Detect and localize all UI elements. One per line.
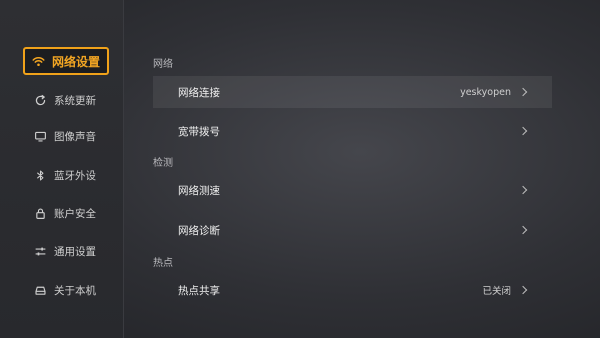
sidebar-item-about-device[interactable]: 关于本机 [23,276,109,304]
row-hotspot-sharing[interactable]: 热点共享 已关闭 [153,274,552,306]
row-label: 网络诊断 [178,224,220,237]
monitor-icon [33,129,47,143]
sidebar-item-label: 网络设置 [52,54,101,69]
sidebar-item-network-settings[interactable]: 网络设置 [23,47,109,75]
chevron-right-icon [518,225,528,235]
sidebar-item-label: 关于本机 [54,284,96,297]
sidebar-item-account-security[interactable]: 账户安全 [23,199,109,227]
row-broadband-dialup[interactable]: 宽带拨号 [153,115,552,147]
row-label: 网络测速 [178,184,220,197]
row-label: 宽带拨号 [178,125,220,138]
section-title-detection: 检测 [153,158,173,169]
sidebar-item-general-settings[interactable]: 通用设置 [23,237,109,265]
sidebar: 网络设置 系统更新 图像声音 蓝牙外设 账户安全 通用设置 关于本机 [0,0,124,338]
sidebar-item-label: 图像声音 [54,130,96,143]
chevron-right-icon [518,126,528,136]
sliders-icon [33,244,47,258]
section-title-network: 网络 [153,59,173,70]
device-icon [33,283,47,297]
sidebar-item-label: 系统更新 [54,94,96,107]
row-value: 已关闭 [482,286,511,297]
row-value: yeskyopen [460,86,511,98]
sidebar-item-label: 蓝牙外设 [54,169,96,182]
sidebar-item-system-update[interactable]: 系统更新 [23,86,109,114]
wifi-icon [31,54,45,68]
row-speed-test[interactable]: 网络测速 [153,174,552,206]
sidebar-item-picture-sound[interactable]: 图像声音 [23,122,109,150]
chevron-right-icon [518,87,528,97]
row-label: 网络连接 [178,86,220,99]
sidebar-item-label: 通用设置 [54,245,96,258]
bluetooth-icon [33,168,47,182]
section-title-hotspot: 热点 [153,258,173,269]
sidebar-item-bluetooth[interactable]: 蓝牙外设 [23,161,109,189]
sidebar-item-label: 账户安全 [54,207,96,220]
row-label: 热点共享 [178,284,220,297]
row-network-diagnosis[interactable]: 网络诊断 [153,214,552,246]
row-network-connection[interactable]: 网络连接 yeskyopen [153,76,552,108]
chevron-right-icon [518,285,528,295]
lock-icon [33,206,47,220]
refresh-icon [33,93,47,107]
chevron-right-icon [518,185,528,195]
